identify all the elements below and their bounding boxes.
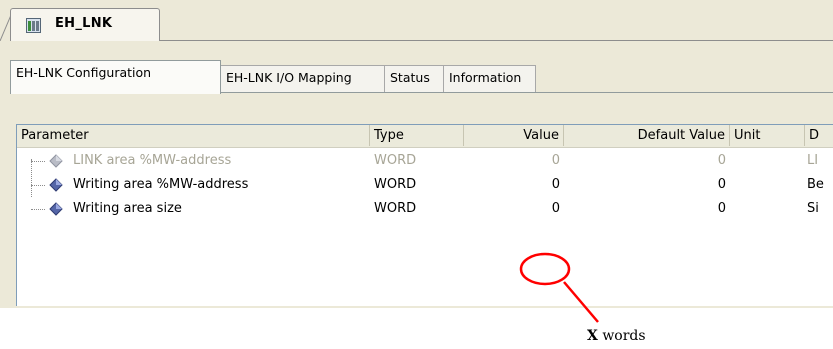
tree-branch [31,161,45,163]
tree-branch [31,209,45,211]
tab-eh-lnk-configuration[interactable]: EH-LNK Configuration [10,60,221,94]
parameter-default-value: 0 [717,153,726,168]
parameter-name: Writing area size [73,201,182,216]
document-tabstrip: EH_LNK [0,0,833,41]
table-row[interactable]: Writing area %MW-address WORD 0 0 Be [17,173,833,197]
editor-tabs: EH-LNK Configuration EH-LNK I/O Mapping … [10,48,833,98]
table-row[interactable]: LINK area %MW-address WORD 0 0 LI [17,149,833,173]
tab-eh-lnk-io-mapping[interactable]: EH-LNK I/O Mapping [220,65,385,92]
parameter-icon [49,202,63,216]
parameter-name: Writing area %MW-address [73,177,249,192]
parameter-unit [730,149,805,173]
annotation-variable: X [587,328,598,344]
table-header: Parameter Type Value Default Value Unit … [17,125,833,148]
parameter-type: WORD [374,177,417,192]
parameter-type: WORD [374,201,417,216]
annotation-unit-text: words [597,328,646,344]
parameter-table: Parameter Type Value Default Value Unit … [16,124,833,306]
device-module-icon [26,18,41,33]
annotation-label: X words [587,328,646,344]
parameter-default-value: 0 [717,177,726,192]
column-header-value[interactable]: Value [464,125,564,146]
editor-window: EH_LNK EH-LNK Configuration EH-LNK I/O M… [0,0,833,308]
parameter-name: LINK area %MW-address [73,153,232,168]
parameter-value[interactable]: 0 [464,173,564,197]
parameter-value[interactable]: 0 [464,149,564,173]
parameter-description: LI [807,153,819,168]
column-header-unit[interactable]: Unit [730,125,805,146]
parameter-value[interactable]: 0 [464,197,564,221]
tab-status[interactable]: Status [384,65,444,92]
column-header-description[interactable]: D [805,125,833,146]
parameter-description: Be [807,177,824,192]
parameter-type: WORD [374,153,417,168]
annotation-pointer-line [563,281,599,323]
document-tab-label: EH_LNK [55,16,113,31]
tab-information[interactable]: Information [443,65,536,92]
document-tab-eh-lnk[interactable]: EH_LNK [10,8,160,41]
column-header-type[interactable]: Type [370,125,464,146]
parameter-default-value: 0 [717,201,726,216]
parameter-unit [730,197,805,221]
parameter-icon [49,154,63,168]
tabstrip-divider [160,40,833,41]
column-header-default-value[interactable]: Default Value [564,125,730,146]
table-row[interactable]: Writing area size WORD 0 0 Si [17,197,833,221]
parameter-icon [49,178,63,192]
parameter-unit [730,173,805,197]
column-header-parameter[interactable]: Parameter [17,125,370,146]
tree-branch [31,185,45,187]
parameter-description: Si [807,201,819,216]
